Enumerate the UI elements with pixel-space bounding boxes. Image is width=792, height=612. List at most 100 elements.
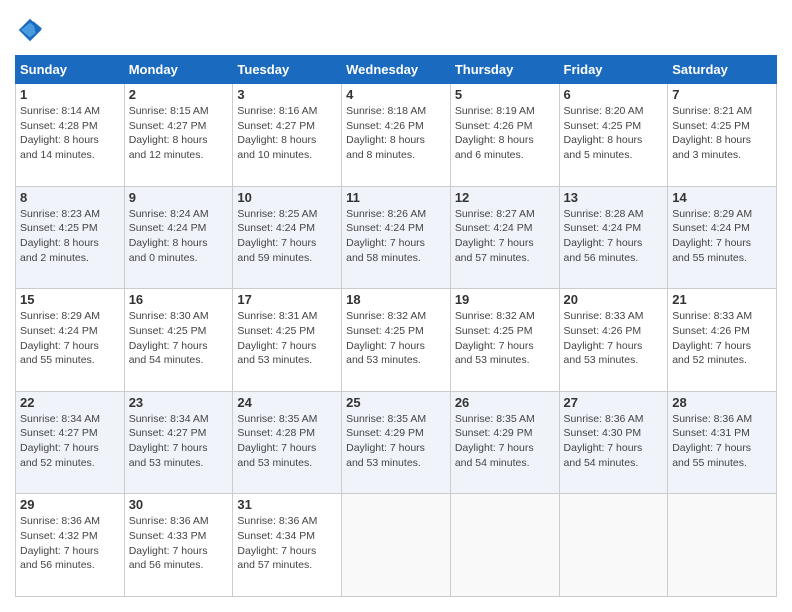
day-info: Sunrise: 8:36 AMSunset: 4:32 PMDaylight:… xyxy=(20,514,120,573)
calendar-cell xyxy=(450,494,559,597)
day-number: 15 xyxy=(20,292,120,307)
day-number: 28 xyxy=(672,395,772,410)
day-info: Sunrise: 8:36 AMSunset: 4:33 PMDaylight:… xyxy=(129,514,229,573)
calendar-table: SundayMondayTuesdayWednesdayThursdayFrid… xyxy=(15,55,777,597)
day-number: 19 xyxy=(455,292,555,307)
day-info: Sunrise: 8:15 AMSunset: 4:27 PMDaylight:… xyxy=(129,104,229,163)
day-number: 3 xyxy=(237,87,337,102)
day-info: Sunrise: 8:36 AMSunset: 4:30 PMDaylight:… xyxy=(564,412,664,471)
calendar-header-sunday: Sunday xyxy=(16,56,125,84)
calendar-cell: 27 Sunrise: 8:36 AMSunset: 4:30 PMDaylig… xyxy=(559,391,668,494)
day-number: 29 xyxy=(20,497,120,512)
day-number: 11 xyxy=(346,190,446,205)
calendar-cell: 21 Sunrise: 8:33 AMSunset: 4:26 PMDaylig… xyxy=(668,289,777,392)
calendar-cell: 14 Sunrise: 8:29 AMSunset: 4:24 PMDaylig… xyxy=(668,186,777,289)
calendar-header-thursday: Thursday xyxy=(450,56,559,84)
day-info: Sunrise: 8:25 AMSunset: 4:24 PMDaylight:… xyxy=(237,207,337,266)
day-info: Sunrise: 8:27 AMSunset: 4:24 PMDaylight:… xyxy=(455,207,555,266)
day-number: 12 xyxy=(455,190,555,205)
calendar-cell: 16 Sunrise: 8:30 AMSunset: 4:25 PMDaylig… xyxy=(124,289,233,392)
calendar-header-monday: Monday xyxy=(124,56,233,84)
calendar-cell: 22 Sunrise: 8:34 AMSunset: 4:27 PMDaylig… xyxy=(16,391,125,494)
day-number: 13 xyxy=(564,190,664,205)
calendar-cell: 28 Sunrise: 8:36 AMSunset: 4:31 PMDaylig… xyxy=(668,391,777,494)
day-number: 10 xyxy=(237,190,337,205)
calendar-cell: 8 Sunrise: 8:23 AMSunset: 4:25 PMDayligh… xyxy=(16,186,125,289)
calendar-cell xyxy=(342,494,451,597)
calendar-cell: 9 Sunrise: 8:24 AMSunset: 4:24 PMDayligh… xyxy=(124,186,233,289)
day-info: Sunrise: 8:33 AMSunset: 4:26 PMDaylight:… xyxy=(672,309,772,368)
day-number: 18 xyxy=(346,292,446,307)
day-number: 26 xyxy=(455,395,555,410)
calendar-cell: 24 Sunrise: 8:35 AMSunset: 4:28 PMDaylig… xyxy=(233,391,342,494)
calendar-cell: 31 Sunrise: 8:36 AMSunset: 4:34 PMDaylig… xyxy=(233,494,342,597)
calendar-cell: 13 Sunrise: 8:28 AMSunset: 4:24 PMDaylig… xyxy=(559,186,668,289)
calendar-cell: 7 Sunrise: 8:21 AMSunset: 4:25 PMDayligh… xyxy=(668,84,777,187)
day-info: Sunrise: 8:14 AMSunset: 4:28 PMDaylight:… xyxy=(20,104,120,163)
day-info: Sunrise: 8:16 AMSunset: 4:27 PMDaylight:… xyxy=(237,104,337,163)
day-number: 24 xyxy=(237,395,337,410)
day-number: 23 xyxy=(129,395,229,410)
calendar-cell xyxy=(559,494,668,597)
calendar-cell: 17 Sunrise: 8:31 AMSunset: 4:25 PMDaylig… xyxy=(233,289,342,392)
day-number: 4 xyxy=(346,87,446,102)
day-info: Sunrise: 8:26 AMSunset: 4:24 PMDaylight:… xyxy=(346,207,446,266)
logo xyxy=(15,15,50,45)
calendar-header-row: SundayMondayTuesdayWednesdayThursdayFrid… xyxy=(16,56,777,84)
day-info: Sunrise: 8:36 AMSunset: 4:31 PMDaylight:… xyxy=(672,412,772,471)
day-number: 2 xyxy=(129,87,229,102)
day-number: 1 xyxy=(20,87,120,102)
day-info: Sunrise: 8:34 AMSunset: 4:27 PMDaylight:… xyxy=(129,412,229,471)
day-number: 22 xyxy=(20,395,120,410)
day-number: 20 xyxy=(564,292,664,307)
day-number: 21 xyxy=(672,292,772,307)
day-number: 7 xyxy=(672,87,772,102)
calendar-week-4: 22 Sunrise: 8:34 AMSunset: 4:27 PMDaylig… xyxy=(16,391,777,494)
calendar-cell: 30 Sunrise: 8:36 AMSunset: 4:33 PMDaylig… xyxy=(124,494,233,597)
header xyxy=(15,15,777,45)
day-number: 30 xyxy=(129,497,229,512)
day-number: 8 xyxy=(20,190,120,205)
calendar-cell: 19 Sunrise: 8:32 AMSunset: 4:25 PMDaylig… xyxy=(450,289,559,392)
day-number: 9 xyxy=(129,190,229,205)
calendar-week-5: 29 Sunrise: 8:36 AMSunset: 4:32 PMDaylig… xyxy=(16,494,777,597)
day-info: Sunrise: 8:34 AMSunset: 4:27 PMDaylight:… xyxy=(20,412,120,471)
day-number: 27 xyxy=(564,395,664,410)
calendar-cell: 1 Sunrise: 8:14 AMSunset: 4:28 PMDayligh… xyxy=(16,84,125,187)
calendar-cell: 5 Sunrise: 8:19 AMSunset: 4:26 PMDayligh… xyxy=(450,84,559,187)
day-info: Sunrise: 8:19 AMSunset: 4:26 PMDaylight:… xyxy=(455,104,555,163)
day-number: 5 xyxy=(455,87,555,102)
logo-icon xyxy=(15,15,45,45)
day-info: Sunrise: 8:31 AMSunset: 4:25 PMDaylight:… xyxy=(237,309,337,368)
day-number: 25 xyxy=(346,395,446,410)
calendar-header-tuesday: Tuesday xyxy=(233,56,342,84)
calendar-cell: 11 Sunrise: 8:26 AMSunset: 4:24 PMDaylig… xyxy=(342,186,451,289)
day-info: Sunrise: 8:33 AMSunset: 4:26 PMDaylight:… xyxy=(564,309,664,368)
day-info: Sunrise: 8:30 AMSunset: 4:25 PMDaylight:… xyxy=(129,309,229,368)
calendar-cell: 2 Sunrise: 8:15 AMSunset: 4:27 PMDayligh… xyxy=(124,84,233,187)
day-info: Sunrise: 8:21 AMSunset: 4:25 PMDaylight:… xyxy=(672,104,772,163)
day-info: Sunrise: 8:24 AMSunset: 4:24 PMDaylight:… xyxy=(129,207,229,266)
calendar-cell: 6 Sunrise: 8:20 AMSunset: 4:25 PMDayligh… xyxy=(559,84,668,187)
day-number: 16 xyxy=(129,292,229,307)
calendar-cell: 15 Sunrise: 8:29 AMSunset: 4:24 PMDaylig… xyxy=(16,289,125,392)
calendar-cell: 25 Sunrise: 8:35 AMSunset: 4:29 PMDaylig… xyxy=(342,391,451,494)
day-info: Sunrise: 8:35 AMSunset: 4:29 PMDaylight:… xyxy=(346,412,446,471)
calendar-week-3: 15 Sunrise: 8:29 AMSunset: 4:24 PMDaylig… xyxy=(16,289,777,392)
calendar-cell: 18 Sunrise: 8:32 AMSunset: 4:25 PMDaylig… xyxy=(342,289,451,392)
day-info: Sunrise: 8:23 AMSunset: 4:25 PMDaylight:… xyxy=(20,207,120,266)
day-info: Sunrise: 8:36 AMSunset: 4:34 PMDaylight:… xyxy=(237,514,337,573)
calendar-cell: 29 Sunrise: 8:36 AMSunset: 4:32 PMDaylig… xyxy=(16,494,125,597)
day-info: Sunrise: 8:20 AMSunset: 4:25 PMDaylight:… xyxy=(564,104,664,163)
day-info: Sunrise: 8:35 AMSunset: 4:29 PMDaylight:… xyxy=(455,412,555,471)
calendar-cell: 12 Sunrise: 8:27 AMSunset: 4:24 PMDaylig… xyxy=(450,186,559,289)
calendar-week-1: 1 Sunrise: 8:14 AMSunset: 4:28 PMDayligh… xyxy=(16,84,777,187)
day-info: Sunrise: 8:32 AMSunset: 4:25 PMDaylight:… xyxy=(455,309,555,368)
calendar-cell: 4 Sunrise: 8:18 AMSunset: 4:26 PMDayligh… xyxy=(342,84,451,187)
day-number: 17 xyxy=(237,292,337,307)
calendar-cell: 10 Sunrise: 8:25 AMSunset: 4:24 PMDaylig… xyxy=(233,186,342,289)
day-info: Sunrise: 8:35 AMSunset: 4:28 PMDaylight:… xyxy=(237,412,337,471)
day-number: 31 xyxy=(237,497,337,512)
calendar-cell: 20 Sunrise: 8:33 AMSunset: 4:26 PMDaylig… xyxy=(559,289,668,392)
page: SundayMondayTuesdayWednesdayThursdayFrid… xyxy=(0,0,792,612)
